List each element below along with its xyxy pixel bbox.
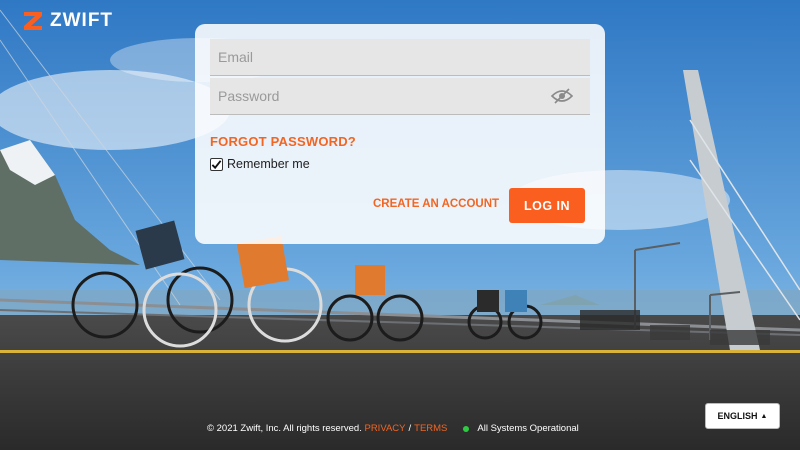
privacy-link[interactable]: PRIVACY bbox=[364, 423, 405, 434]
eye-slash-icon[interactable] bbox=[551, 88, 573, 104]
status-dot-icon bbox=[463, 425, 470, 432]
checkmark-icon bbox=[211, 159, 222, 169]
create-account-link[interactable]: CREATE AN ACCOUNT bbox=[373, 198, 499, 210]
footer-separator: / bbox=[408, 423, 412, 434]
login-panel: FORGOT PASSWORD? Remember me CREATE AN A… bbox=[195, 24, 605, 244]
language-label: ENGLISH bbox=[717, 411, 758, 421]
system-status-text[interactable]: All Systems Operational bbox=[477, 423, 578, 434]
language-selector[interactable]: ENGLISH ▲ bbox=[705, 403, 780, 429]
email-field[interactable] bbox=[210, 39, 590, 76]
brand-name: ZWIFT bbox=[50, 10, 114, 31]
remember-me-label: Remember me bbox=[227, 157, 310, 171]
copyright-text: © 2021 Zwift, Inc. All rights reserved. bbox=[207, 423, 362, 434]
caret-up-icon: ▲ bbox=[760, 412, 768, 420]
remember-me[interactable]: Remember me bbox=[210, 157, 310, 171]
footer: © 2021 Zwift, Inc. All rights reserved. … bbox=[207, 423, 579, 434]
remember-me-checkbox[interactable] bbox=[210, 157, 223, 171]
password-field[interactable] bbox=[210, 78, 590, 115]
terms-link[interactable]: TERMS bbox=[414, 423, 447, 434]
login-button[interactable]: LOG IN bbox=[509, 188, 585, 223]
zwift-logo-icon bbox=[24, 12, 42, 30]
forgot-password-link[interactable]: FORGOT PASSWORD? bbox=[210, 134, 356, 149]
zwift-logo[interactable]: ZWIFT bbox=[22, 10, 113, 32]
